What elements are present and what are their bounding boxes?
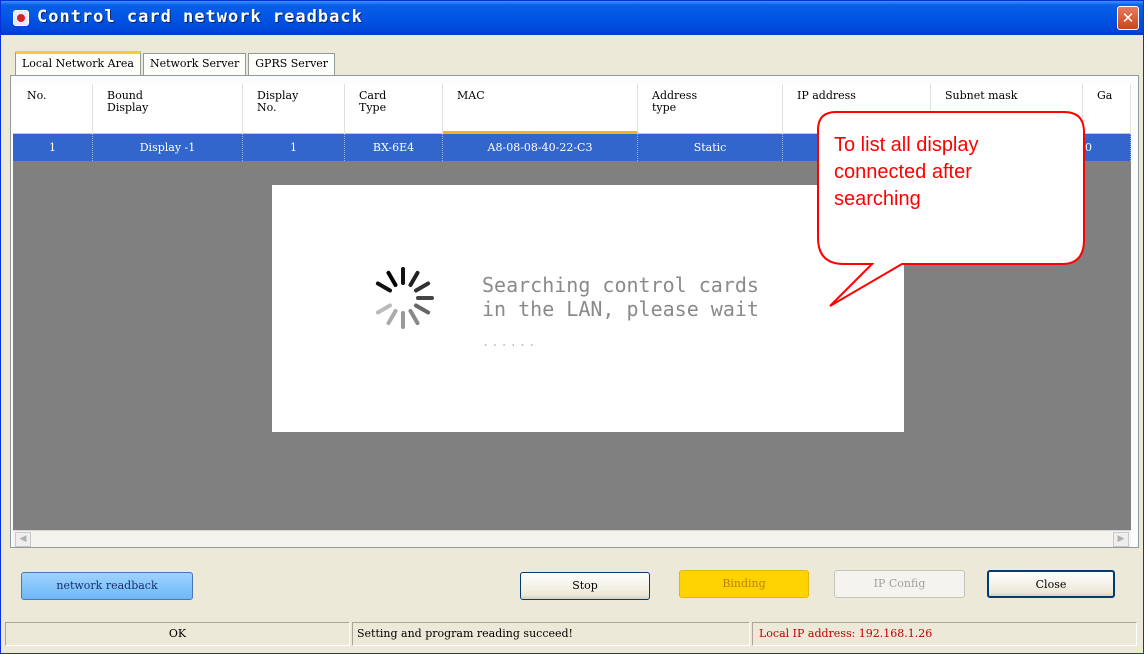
cell-display-no: 1 (243, 134, 345, 161)
cell-card-type: BX-6E4 (345, 134, 443, 161)
ip-config-button[interactable]: IP Config (834, 570, 965, 598)
column-header-address-type[interactable]: Address type (638, 84, 783, 134)
search-message: Searching control cards in the LAN, plea… (482, 273, 759, 321)
column-header-mac[interactable]: MAC (443, 84, 638, 134)
callout-text: To list all display connected after sear… (834, 134, 979, 210)
column-header-display-no[interactable]: Display No. (243, 84, 345, 134)
spinner-icon (375, 267, 434, 329)
cell-no: 1 (13, 134, 93, 161)
status-message: Setting and program reading succeed! (352, 622, 750, 646)
column-header-ip-address[interactable]: IP address (783, 84, 931, 134)
column-header-gateway[interactable]: Ga (1083, 84, 1131, 134)
tab-local-network-area[interactable]: Local Network Area (15, 51, 141, 75)
cell-gateway: 0 (1083, 134, 1131, 161)
status-bar: OK Setting and program reading succeed! … (5, 622, 1141, 646)
column-header-bound-display[interactable]: Bound Display (93, 84, 243, 134)
title-bar[interactable]: Control card network readback ✕ (1, 1, 1143, 35)
horizontal-scrollbar[interactable]: ◀ ▶ (13, 530, 1131, 547)
column-header-no[interactable]: No. (13, 84, 93, 134)
window-title: Control card network readback (37, 7, 363, 27)
network-readback-button[interactable]: network readback (21, 572, 193, 600)
app-icon (13, 10, 29, 26)
stop-button[interactable]: Stop (520, 572, 650, 600)
local-ip-status: Local IP address: 192.168.1.26 (752, 622, 1137, 646)
status-state: OK (5, 622, 350, 646)
cell-mac: A8-08-08-40-22-C3 (443, 134, 638, 161)
tab-strip: Local Network Area Network Server GPRS S… (15, 51, 337, 75)
close-button[interactable]: Close (987, 570, 1115, 598)
scroll-left-icon[interactable]: ◀ (15, 532, 31, 547)
tab-gprs-server[interactable]: GPRS Server (248, 53, 336, 75)
search-progress-overlay: Searching control cards in the LAN, plea… (272, 185, 904, 432)
cell-address-type: Static (638, 134, 783, 161)
close-icon[interactable]: ✕ (1117, 6, 1139, 30)
scroll-right-icon[interactable]: ▶ (1113, 532, 1129, 547)
search-dots: ...... (482, 335, 538, 349)
table-header: No. Bound Display Display No. Card Type … (13, 84, 1131, 134)
cell-bound-display: Display -1 (93, 134, 243, 161)
dialog-window: Control card network readback ✕ Local Ne… (0, 0, 1144, 654)
column-header-subnet-mask[interactable]: Subnet mask (931, 84, 1083, 134)
tab-network-server[interactable]: Network Server (142, 53, 247, 75)
binding-button[interactable]: Binding (679, 570, 809, 598)
column-header-card-type[interactable]: Card Type (345, 84, 443, 134)
